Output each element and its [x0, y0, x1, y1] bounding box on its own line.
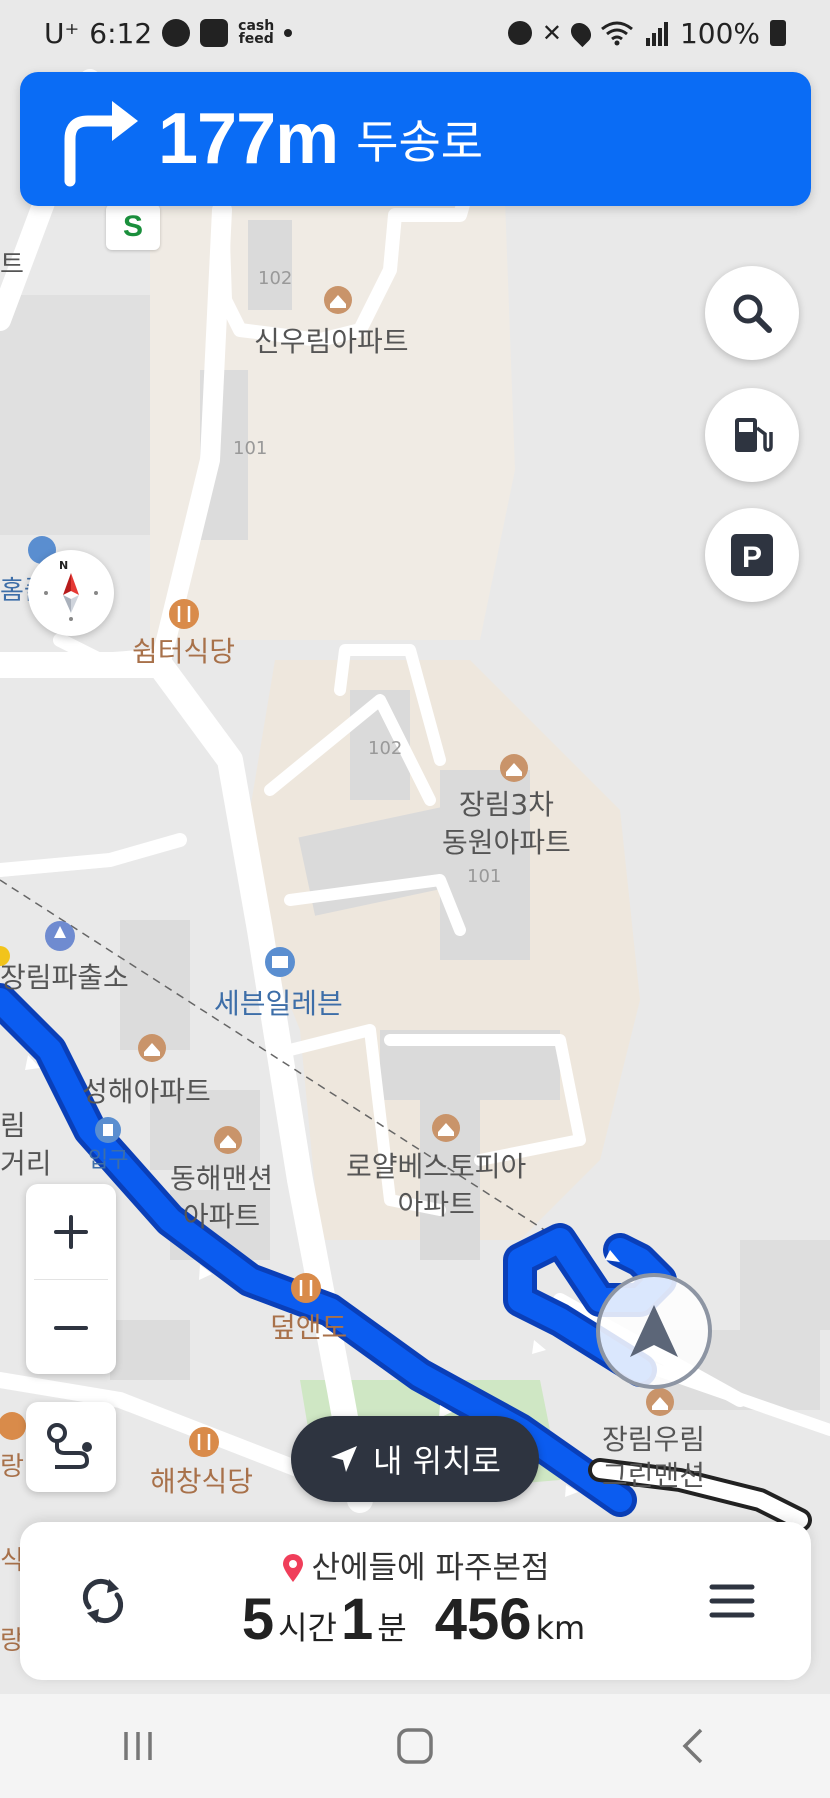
minus-icon: [54, 1325, 88, 1330]
compass-icon: N: [44, 559, 98, 621]
remaining-distance-unit: km: [535, 1609, 586, 1647]
notification-dot-icon: [284, 29, 293, 37]
svg-text:N: N: [59, 559, 68, 572]
back-button[interactable]: [632, 1706, 752, 1786]
hamburger-menu-icon: [709, 1584, 755, 1618]
gallery-icon: [200, 19, 229, 47]
signal-icon: [645, 22, 668, 46]
next-road-name: 두송로: [356, 115, 484, 169]
destination-name: 산에들에 파주본점: [311, 1550, 550, 1586]
compass-button[interactable]: N: [28, 550, 114, 636]
eta-minutes-unit: 분: [377, 1609, 407, 1647]
location-arrow-icon: [331, 1446, 358, 1472]
turn-guidance-banner[interactable]: 177m 두송로: [20, 72, 811, 206]
store-brand-icon: S: [106, 204, 160, 250]
mute-icon: ✕: [541, 19, 562, 47]
gas-station-icon: [735, 418, 773, 452]
alarm-icon: [507, 21, 532, 45]
battery-icon: [770, 20, 786, 46]
my-location-label: 내 위치로: [373, 1442, 501, 1480]
destination-card: 산에들에 파주본점 5 시간1 분 456 km: [20, 1522, 811, 1680]
turn-right-arrow-icon: [64, 101, 138, 187]
zoom-in-button[interactable]: [26, 1184, 116, 1279]
battery-label: 100%: [679, 16, 760, 50]
current-position-marker[interactable]: [596, 1273, 712, 1389]
pin-icon: [283, 1554, 304, 1582]
parking-button[interactable]: P: [705, 508, 799, 602]
eta-hours: 5: [241, 1587, 275, 1652]
recent-apps-button[interactable]: [78, 1706, 198, 1786]
navigation-arrow-icon: [630, 1305, 678, 1357]
parking-icon: P: [731, 534, 773, 576]
search-button[interactable]: [705, 266, 799, 360]
zoom-control: [26, 1184, 116, 1374]
system-navigation-bar: [0, 1694, 830, 1798]
clock: 6:12: [89, 16, 153, 50]
eta-hours-unit: 시간: [278, 1609, 337, 1647]
carrier-label: U⁺: [44, 16, 80, 50]
location-icon: [566, 18, 596, 48]
back-icon: [682, 1728, 702, 1764]
recent-apps-icon: [124, 1732, 153, 1760]
route-overview-button[interactable]: [26, 1402, 116, 1492]
route-icon: [47, 1423, 92, 1469]
home-icon: [397, 1728, 433, 1764]
my-location-button[interactable]: 내 위치로: [291, 1416, 539, 1502]
status-bar: U⁺ 6:12 cash feed ✕ 100%: [0, 0, 830, 66]
car-app-icon: [162, 19, 191, 47]
wifi-icon: [601, 21, 633, 46]
zoom-out-button[interactable]: [26, 1280, 116, 1375]
plus-icon: [54, 1214, 88, 1249]
search-icon: [733, 294, 772, 333]
eta-minutes: 1: [340, 1587, 374, 1652]
gas-station-button[interactable]: [705, 388, 799, 482]
cashfeed-icon: cash feed: [238, 18, 275, 47]
svg-text:P: P: [742, 541, 762, 574]
menu-button[interactable]: [693, 1562, 771, 1640]
home-button[interactable]: [355, 1706, 475, 1786]
remaining-distance: 456: [434, 1587, 532, 1652]
turn-distance: 177m: [158, 99, 339, 179]
